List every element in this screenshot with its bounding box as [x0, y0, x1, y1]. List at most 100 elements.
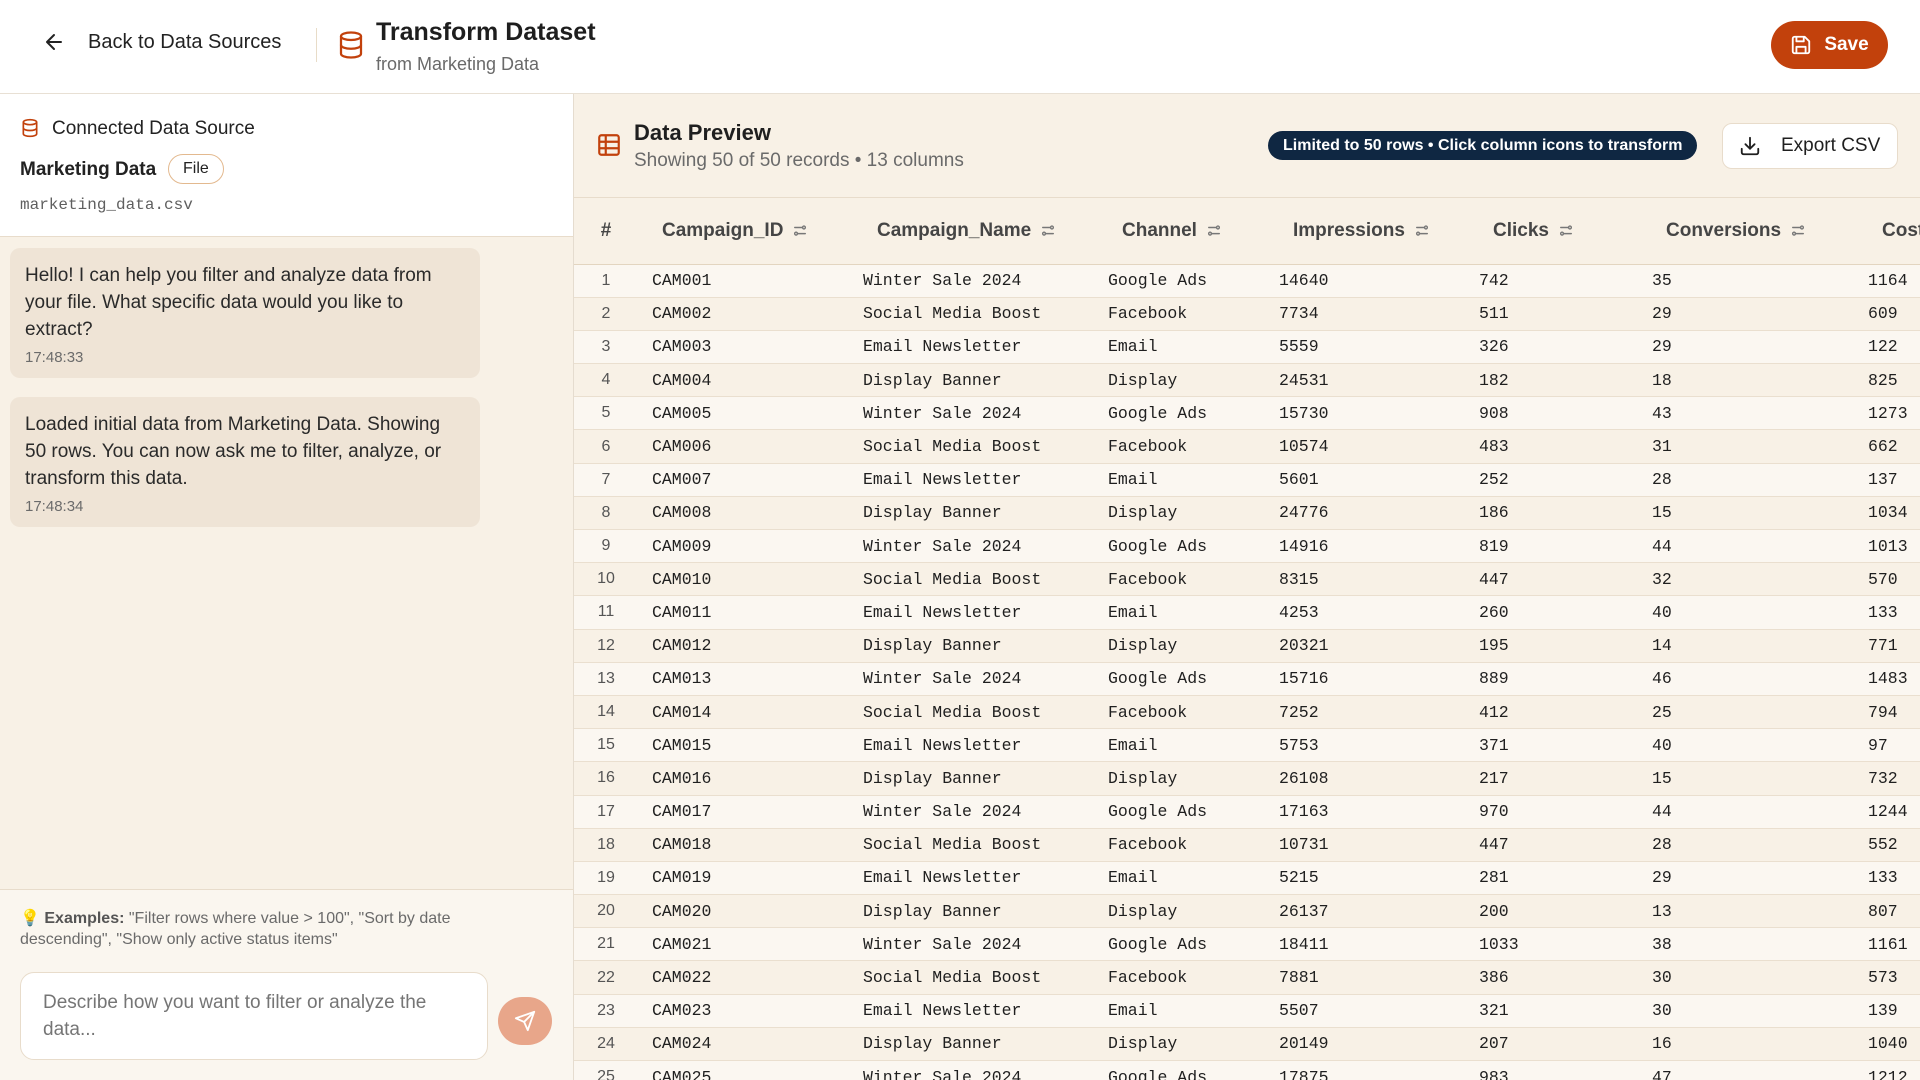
transform-column-icon[interactable] [1041, 224, 1055, 238]
table-cell: Social Media Boost [849, 429, 1094, 464]
column-header-clicks[interactable]: Clicks [1465, 198, 1638, 265]
export-csv-button[interactable]: Export CSV [1722, 123, 1898, 169]
table-cell: Facebook [1094, 429, 1265, 464]
column-header-content: Clicks [1493, 220, 1573, 242]
source-type-badge: File [168, 154, 224, 184]
table-cell: Email Newsletter [849, 595, 1094, 630]
save-icon [1792, 35, 1811, 55]
data-table-container[interactable]: # Campaign_ID Campaign_Name Channel Impressi… [574, 198, 1920, 1080]
table-cell: 609 [1854, 297, 1920, 331]
table-cell: 217 [1465, 761, 1638, 796]
row-number-cell: 12 [574, 629, 638, 663]
column-header-rownum: # [574, 198, 638, 265]
table-cell: Winter Sale 2024 [849, 529, 1094, 564]
row-number-cell: 11 [574, 595, 638, 630]
message-timestamp: 17:48:34 [25, 498, 84, 515]
table-cell: CAM017 [638, 795, 849, 829]
table-row: 6 CAM006 Social Media Boost Facebook 10574 48… [574, 429, 1920, 464]
row-number-cell: 2 [574, 297, 638, 331]
table-cell: 29 [1638, 861, 1854, 896]
table-cell: 5753 [1265, 728, 1465, 763]
table-cell: Winter Sale 2024 [849, 1060, 1094, 1080]
table-row: 21 CAM021 Winter Sale 2024 Google Ads 18411 1… [574, 927, 1920, 962]
row-number-cell: 18 [574, 828, 638, 862]
table-cell: 44 [1638, 795, 1854, 829]
row-number-cell: 8 [574, 496, 638, 531]
table-cell: Display [1094, 363, 1265, 398]
table-cell: Social Media Boost [849, 562, 1094, 597]
export-label: Export CSV [1781, 135, 1881, 156]
table-cell: Winter Sale 2024 [849, 927, 1094, 962]
chat-panel: Connected Data Source Marketing Data Fil… [0, 94, 574, 1080]
table-row: 13 CAM013 Winter Sale 2024 Google Ads 15716 8… [574, 662, 1920, 696]
data-preview-panel: Data Preview Showing 50 of 50 records • … [574, 94, 1920, 1080]
table-row: 24 CAM024 Display Banner Display 20149 207 16 1… [574, 1027, 1920, 1062]
table-cell: 511 [1465, 297, 1638, 331]
table-cell: 281 [1465, 861, 1638, 896]
table-row: 2 CAM002 Social Media Boost Facebook 7734 511… [574, 297, 1920, 331]
lightbulb-icon: 💡 [20, 910, 40, 927]
save-button[interactable]: Save [1771, 21, 1888, 69]
column-header-impressions[interactable]: Impressions [1265, 198, 1465, 265]
table-row: 1 CAM001 Winter Sale 2024 Google Ads 14640 74… [574, 264, 1920, 298]
table-cell: 40 [1638, 595, 1854, 630]
table-cell: CAM001 [638, 264, 849, 298]
table-cell: 25 [1638, 695, 1854, 730]
column-header-cost[interactable]: Cost [1854, 198, 1920, 265]
back-to-data-sources-link[interactable]: Back to Data Sources [42, 30, 281, 54]
table-cell: CAM018 [638, 828, 849, 862]
table-cell: CAM005 [638, 396, 849, 431]
table-cell: 18 [1638, 363, 1854, 398]
row-number-cell: 3 [574, 330, 638, 365]
transform-column-icon[interactable] [1791, 224, 1805, 238]
column-header-campaign-name[interactable]: Campaign_Name [849, 198, 1094, 265]
transform-column-icon[interactable] [1559, 224, 1573, 238]
preview-header: Data Preview Showing 50 of 50 records • … [574, 94, 1920, 198]
table-cell: 5601 [1265, 463, 1465, 497]
row-number-cell: 15 [574, 728, 638, 763]
table-cell: 908 [1465, 396, 1638, 431]
table-cell: 1212 [1854, 1060, 1920, 1080]
table-cell: 447 [1465, 828, 1638, 862]
table-cell: Facebook [1094, 695, 1265, 730]
page-subtitle: from Marketing Data [376, 54, 540, 74]
send-button[interactable] [498, 997, 552, 1045]
table-cell: CAM013 [638, 662, 849, 696]
chat-input[interactable] [20, 972, 488, 1060]
table-cell: 7734 [1265, 297, 1465, 331]
transform-column-icon[interactable] [1207, 224, 1221, 238]
table-cell: 122 [1854, 330, 1920, 365]
row-number-cell: 22 [574, 960, 638, 995]
transform-column-icon[interactable] [1415, 224, 1429, 238]
table-row: 20 CAM020 Display Banner Display 26137 200 13 8… [574, 894, 1920, 929]
row-number-cell: 4 [574, 363, 638, 398]
row-number-cell: 21 [574, 927, 638, 962]
table-cell: 43 [1638, 396, 1854, 431]
column-label: Conversions [1666, 219, 1782, 241]
table-cell: 771 [1854, 629, 1920, 663]
table-cell: 24531 [1265, 363, 1465, 398]
table-cell: CAM015 [638, 728, 849, 763]
column-header-channel[interactable]: Channel [1094, 198, 1265, 265]
data-table: # Campaign_ID Campaign_Name Channel Impressi… [574, 198, 1920, 1080]
table-cell: 1273 [1854, 396, 1920, 431]
table-cell: 573 [1854, 960, 1920, 995]
table-cell: CAM008 [638, 496, 849, 531]
column-label: Campaign_Name [877, 219, 1032, 241]
row-number-cell: 5 [574, 396, 638, 431]
row-number-cell: 17 [574, 795, 638, 829]
column-header-campaign-id[interactable]: Campaign_ID [638, 198, 849, 265]
preview-subtitle: Showing 50 of 50 records • 13 columns [634, 150, 964, 171]
table-cell: Facebook [1094, 960, 1265, 995]
table-cell: 15 [1638, 761, 1854, 796]
column-header-content: Cost [1882, 220, 1920, 242]
row-number-cell: 16 [574, 761, 638, 796]
table-cell: Email Newsletter [849, 463, 1094, 497]
table-cell: 137 [1854, 463, 1920, 497]
transform-column-icon[interactable] [793, 224, 807, 238]
table-cell: Google Ads [1094, 529, 1265, 564]
table-cell: 10731 [1265, 828, 1465, 862]
column-header-conversions[interactable]: Conversions [1638, 198, 1854, 265]
table-cell: 1164 [1854, 264, 1920, 298]
table-cell: 732 [1854, 761, 1920, 796]
